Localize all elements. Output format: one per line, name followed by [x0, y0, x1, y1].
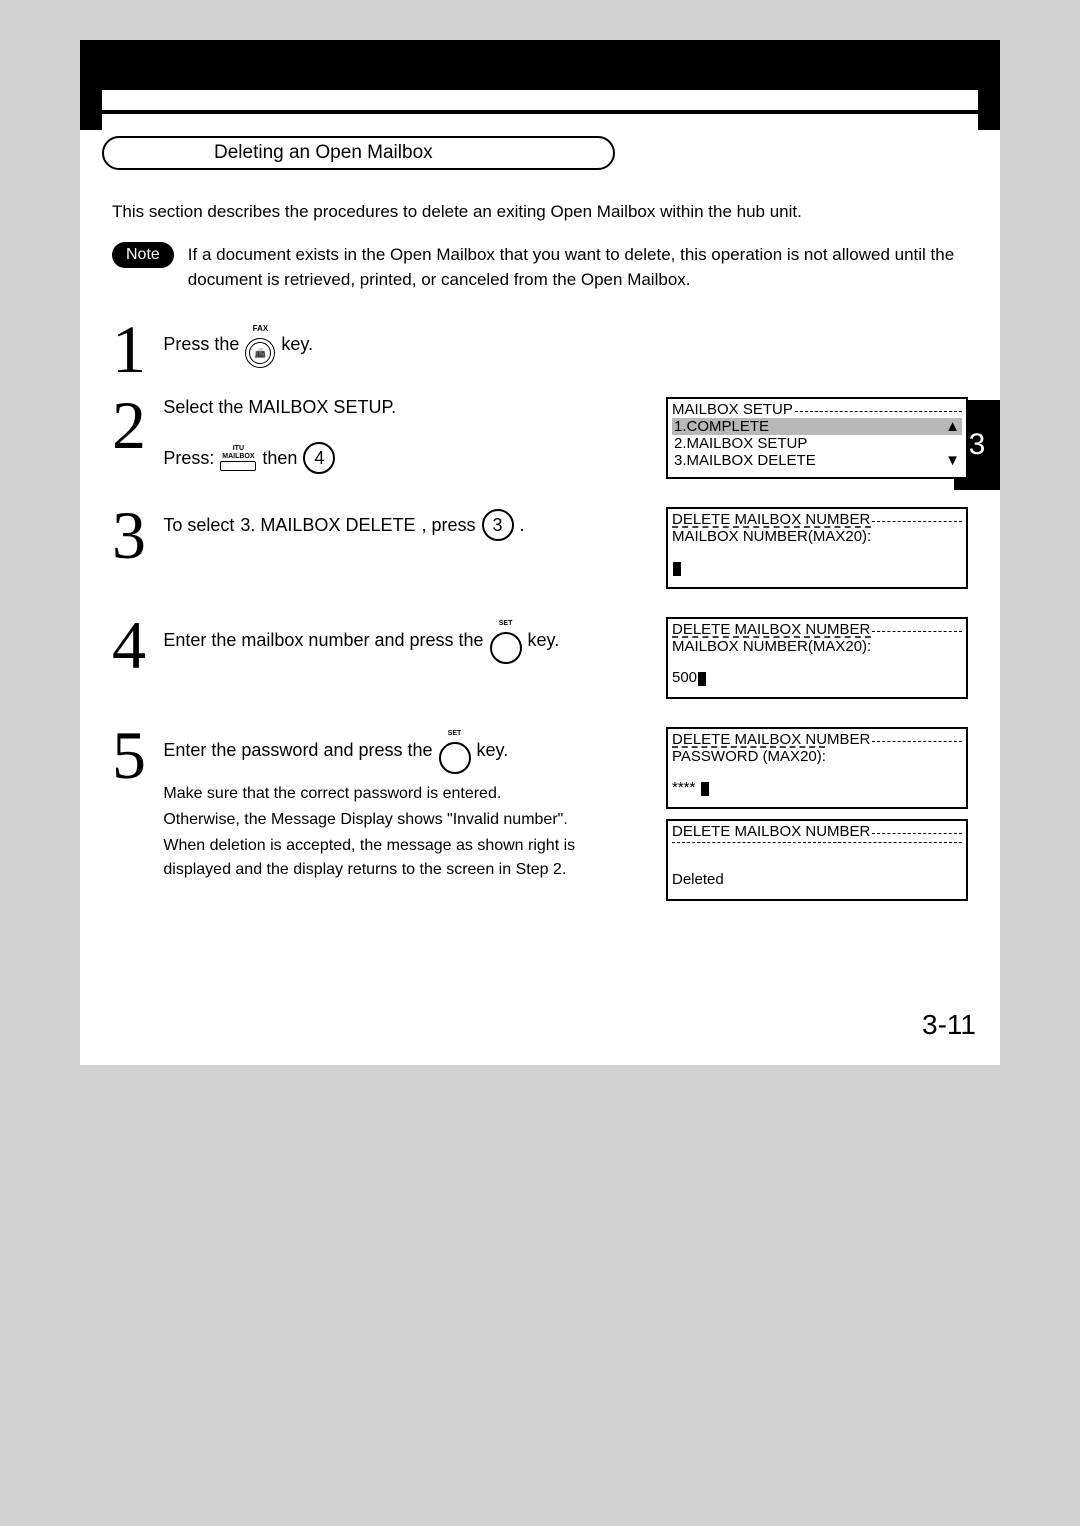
fax-key-icon: FAX 📠	[245, 321, 275, 368]
lcd-screen-deleted: DELETE MAILBOX NUMBER Deleted	[666, 819, 968, 901]
step-3: 3 To select 3. MAILBOX DELETE , press 3 …	[112, 507, 968, 599]
mailbox-key-icon: ITU MAILBOX	[220, 445, 256, 471]
step3-text-d: .	[520, 507, 525, 543]
set-label: SET	[499, 617, 513, 631]
set-label: SET	[448, 727, 462, 741]
lcd-b-title: DELETE MAILBOX NUMBER	[672, 511, 870, 528]
step-number: 2	[112, 397, 153, 455]
key-4-icon: 4	[303, 442, 335, 474]
step2-text-c: then	[262, 440, 297, 476]
lcd-a-l1: 1.COMPLETE	[674, 418, 769, 435]
step3-text-b: 3. MAILBOX DELETE	[240, 507, 415, 543]
lcd-screen-delete-number-blank: DELETE MAILBOX NUMBER MAILBOX NUMBER(MAX…	[666, 507, 968, 589]
step-number: 1	[112, 321, 153, 379]
lcd-a-l2: 2.MAILBOX SETUP	[672, 435, 962, 452]
lcd-b-l1: MAILBOX NUMBER(MAX20):	[672, 528, 871, 545]
cursor-icon	[673, 562, 681, 576]
step4-text-b: key.	[528, 622, 560, 658]
step5-note1: Make sure that the correct password is e…	[163, 782, 642, 806]
step2-text-a: Select the MAILBOX SETUP.	[163, 397, 642, 418]
step-1: 1 Press the FAX 📠 key.	[112, 321, 968, 379]
set-key-icon: SET	[490, 617, 522, 664]
lcd-screen-delete-number-500: DELETE MAILBOX NUMBER MAILBOX NUMBER(MAX…	[666, 617, 968, 699]
lcd-a-title: MAILBOX SETUP	[672, 401, 793, 418]
lcd-c-title: DELETE MAILBOX NUMBER	[672, 621, 870, 638]
key-3-icon: 3	[482, 509, 514, 541]
lcd-d-title: DELETE MAILBOX NUMBER	[672, 731, 870, 748]
note-text: If a document exists in the Open Mailbox…	[188, 242, 968, 293]
mailbox-label: MAILBOX	[222, 453, 254, 460]
lcd-e-val: Deleted	[672, 871, 962, 888]
step1-text-b: key.	[281, 326, 313, 362]
itu-label: ITU	[233, 445, 244, 452]
page-number: 3-11	[80, 989, 1000, 1065]
step3-text-c: , press	[421, 507, 475, 543]
set-key-icon: SET	[439, 727, 471, 774]
step5-note3: When deletion is accepted, the message a…	[163, 834, 642, 882]
note-badge: Note	[112, 242, 174, 268]
step-number: 5	[112, 727, 153, 785]
step2-text-b: Press:	[163, 440, 214, 476]
lcd-screen-mailbox-setup: MAILBOX SETUP 1.COMPLETE ▲ 2.MAILBOX SETU…	[666, 397, 968, 479]
step-5: 5 Enter the password and press the SET k…	[112, 727, 968, 911]
page: Deleting an Open Mailbox This section de…	[80, 40, 1000, 1065]
cursor-icon	[701, 782, 709, 796]
lcd-c-val: 500	[672, 669, 697, 686]
step-number: 3	[112, 507, 153, 565]
lcd-d-l1: PASSWORD (MAX20):	[672, 748, 826, 765]
section-title-pill: Deleting an Open Mailbox	[102, 136, 615, 170]
up-arrow-icon: ▲	[945, 418, 960, 435]
lcd-e-title: DELETE MAILBOX NUMBER	[672, 823, 870, 840]
step-number: 4	[112, 617, 153, 675]
fax-label: FAX	[253, 321, 269, 337]
step5-text-a: Enter the password and press the	[163, 732, 432, 768]
cursor-icon	[698, 672, 706, 686]
lcd-a-l3: 3.MAILBOX DELETE	[674, 452, 816, 469]
step5-note2: Otherwise, the Message Display shows "In…	[163, 808, 642, 832]
step5-text-b: key.	[477, 732, 509, 768]
step3-text-a: To select	[163, 507, 234, 543]
section-title: Deleting an Open Mailbox	[214, 142, 433, 163]
step1-text-a: Press the	[163, 326, 239, 362]
top-rule	[102, 110, 978, 114]
step-4: 4 Enter the mailbox number and press the…	[112, 617, 968, 709]
down-arrow-icon: ▼	[945, 452, 960, 469]
intro-text: This section describes the procedures to…	[112, 200, 968, 224]
lcd-c-l1: MAILBOX NUMBER(MAX20):	[672, 638, 871, 655]
note-block: Note If a document exists in the Open Ma…	[112, 242, 968, 293]
content-area: Deleting an Open Mailbox This section de…	[102, 90, 978, 989]
lcd-d-val: ****	[672, 779, 695, 796]
lcd-screen-password: DELETE MAILBOX NUMBER PASSWORD (MAX20): …	[666, 727, 968, 809]
step4-text-a: Enter the mailbox number and press the	[163, 622, 483, 658]
step-2: 2 Select the MAILBOX SETUP. Press: ITU M…	[112, 397, 968, 489]
steps-list: 1 Press the FAX 📠 key.	[112, 321, 968, 911]
